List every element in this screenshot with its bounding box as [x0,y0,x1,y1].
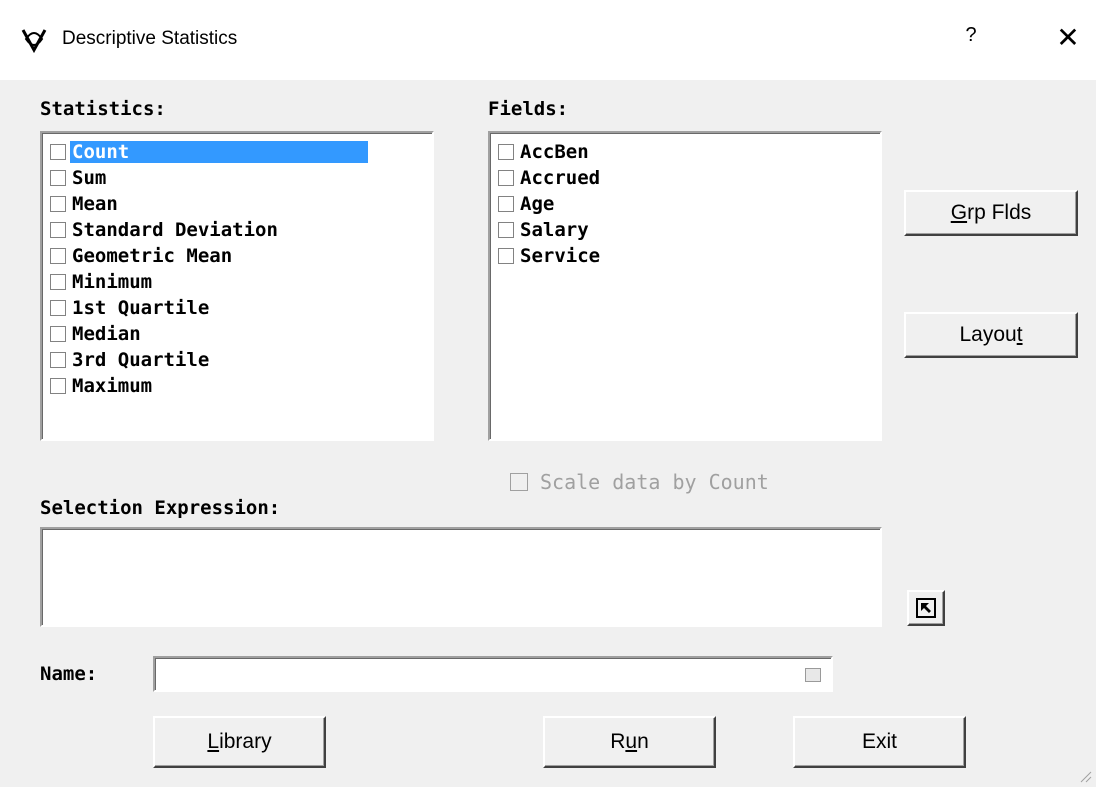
statistic-item[interactable]: 3rd Quartile [42,347,432,373]
statistic-item-label: 1st Quartile [72,297,210,319]
field-item-label: Salary [520,219,589,241]
statistic-item[interactable]: Standard Deviation [42,217,432,243]
field-item-label: Service [520,245,601,267]
checkbox[interactable] [50,222,66,238]
library-label: Library [207,730,272,753]
statistic-item-label: Standard Deviation [72,219,278,241]
statistic-item-label: 3rd Quartile [72,349,210,371]
statistic-item-label: Minimum [72,271,153,293]
app-logo-icon [21,29,47,53]
layout-button[interactable]: Layout [904,312,1078,358]
statistic-item-label: Sum [72,167,107,189]
statistics-label: Statistics: [40,98,166,120]
checkbox[interactable] [498,196,514,212]
statistic-item[interactable]: 1st Quartile [42,295,432,321]
name-label: Name: [40,663,98,685]
scale-data-checkbox[interactable] [510,473,528,491]
statistic-item[interactable]: Mean [42,191,432,217]
expression-builder-button[interactable] [907,590,945,626]
field-item[interactable]: Service [490,243,880,269]
field-item-label: Age [520,193,555,215]
checkbox[interactable] [50,144,66,160]
field-item[interactable]: Age [490,191,880,217]
statistic-item[interactable]: Count [42,139,432,165]
checkbox[interactable] [498,144,514,160]
scale-data-checkbox-row: Scale data by Count [510,470,769,494]
library-button[interactable]: Library [153,716,326,768]
selection-expression-input[interactable] [40,527,882,627]
exit-button[interactable]: Exit [793,716,966,768]
field-item[interactable]: Accrued [490,165,880,191]
statistics-listbox[interactable]: Count Sum Mean Standard Deviation Geometric … [40,131,434,441]
scale-data-label: Scale data by Count [540,470,769,494]
grp-flds-label: Grp Flds [950,201,1032,224]
statistic-item-label: Geometric Mean [72,245,233,267]
checkbox[interactable] [50,378,66,394]
checkbox[interactable] [50,170,66,186]
pick-icon[interactable] [805,668,821,682]
field-item[interactable]: Salary [490,217,880,243]
arrow-up-left-icon [916,598,936,618]
checkbox[interactable] [50,352,66,368]
fields-label: Fields: [488,98,569,120]
selection-expression-label: Selection Expression: [40,497,281,519]
statistic-item-label: Maximum [72,375,153,397]
title-bar: Descriptive Statistics ? ✕ [0,0,1096,80]
layout-label: Layout [959,323,1023,346]
resize-grip-icon[interactable] [1076,767,1092,783]
checkbox[interactable] [498,170,514,186]
run-button[interactable]: Run [543,716,716,768]
close-button[interactable]: ✕ [1050,20,1086,56]
checkbox[interactable] [498,248,514,264]
statistic-item[interactable]: Median [42,321,432,347]
checkbox[interactable] [50,326,66,342]
run-label: Run [610,730,649,753]
checkbox[interactable] [50,248,66,264]
statistic-item[interactable]: Maximum [42,373,432,399]
field-item-label: Accrued [520,167,601,189]
help-button[interactable]: ? [956,24,986,56]
field-item-label: AccBen [520,141,589,163]
fields-listbox[interactable]: AccBen Accrued Age Salary Service [488,131,882,441]
checkbox[interactable] [50,300,66,316]
statistic-item-label: Median [72,323,141,345]
statistic-item[interactable]: Geometric Mean [42,243,432,269]
grp-flds-button[interactable]: Grp Flds [904,190,1078,236]
name-input[interactable] [153,656,833,692]
window-title: Descriptive Statistics [62,28,238,49]
checkbox[interactable] [50,274,66,290]
checkbox[interactable] [498,222,514,238]
statistic-item[interactable]: Sum [42,165,432,191]
statistic-item-label: Mean [72,193,118,215]
statistic-item[interactable]: Minimum [42,269,432,295]
exit-label: Exit [861,730,897,753]
checkbox[interactable] [50,196,66,212]
field-item[interactable]: AccBen [490,139,880,165]
statistic-item-label: Count [70,141,368,163]
